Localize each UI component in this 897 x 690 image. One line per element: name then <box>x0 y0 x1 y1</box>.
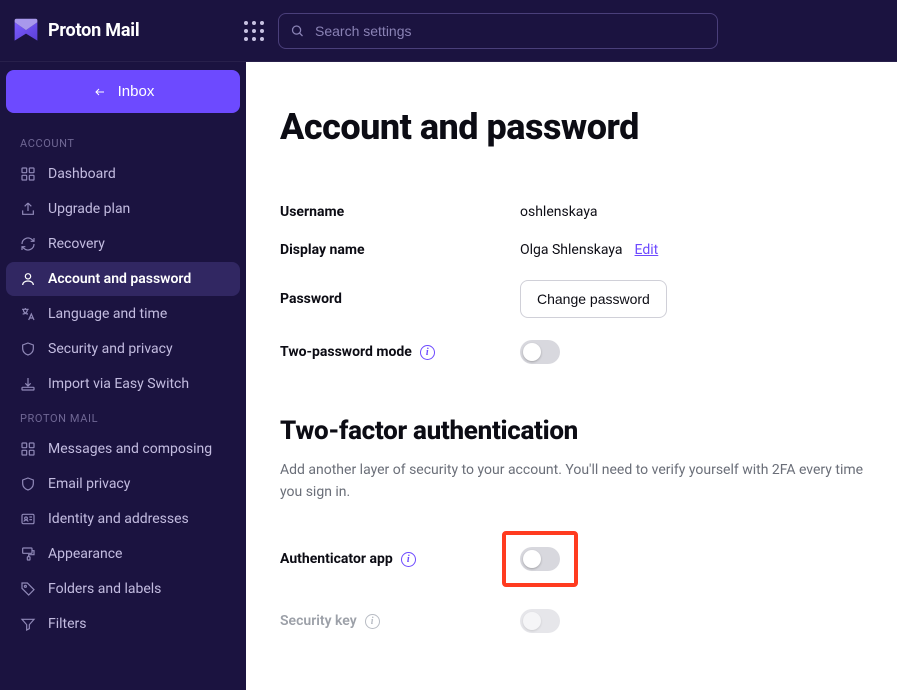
sidebar-item-import-easy-switch[interactable]: Import via Easy Switch <box>6 367 240 401</box>
sidebar-item-label: Import via Easy Switch <box>48 376 189 392</box>
sidebar-item-label: Identity and addresses <box>48 511 189 527</box>
sidebar-item-identity-addresses[interactable]: Identity and addresses <box>6 502 240 536</box>
app-switcher-icon[interactable] <box>244 21 264 41</box>
info-icon[interactable]: i <box>401 552 416 567</box>
sidebar-item-label: Dashboard <box>48 166 116 182</box>
field-two-password-mode: Two-password mode i <box>280 340 897 364</box>
inbox-button[interactable]: Inbox <box>6 70 240 113</box>
main-content: Account and password Username oshlenskay… <box>246 62 897 690</box>
username-value: oshlenskaya <box>520 204 597 220</box>
arrow-left-icon <box>92 86 108 98</box>
proton-logo-icon <box>12 17 40 45</box>
search-input[interactable] <box>278 13 718 49</box>
sidebar-item-language-time[interactable]: Language and time <box>6 297 240 331</box>
sidebar-item-label: Messages and composing <box>48 441 212 457</box>
sidebar-item-recovery[interactable]: Recovery <box>6 227 240 261</box>
sidebar-item-upgrade-plan[interactable]: Upgrade plan <box>6 192 240 226</box>
two-factor-title: Two-factor authentication <box>280 416 897 446</box>
field-username: Username oshlenskaya <box>280 204 897 220</box>
sidebar-item-email-privacy[interactable]: Email privacy <box>6 467 240 501</box>
sidebar: Inbox ACCOUNT Dashboard Upgrade plan Rec… <box>0 62 246 690</box>
sidebar-item-filters[interactable]: Filters <box>6 607 240 641</box>
page-title: Account and password <box>280 106 897 148</box>
user-icon <box>20 271 36 287</box>
sidebar-item-account-password[interactable]: Account and password <box>6 262 240 296</box>
field-password: Password Change password <box>280 280 897 318</box>
security-key-label: Security key <box>280 613 357 629</box>
sidebar-item-label: Security and privacy <box>48 341 173 357</box>
highlight-annotation <box>502 531 578 587</box>
inbox-button-label: Inbox <box>118 83 155 100</box>
sidebar-item-label: Filters <box>48 616 87 632</box>
info-icon[interactable]: i <box>365 614 380 629</box>
sidebar-item-dashboard[interactable]: Dashboard <box>6 157 240 191</box>
sidebar-item-label: Folders and labels <box>48 581 161 597</box>
sidebar-item-label: Language and time <box>48 306 167 322</box>
sidebar-item-label: Recovery <box>48 236 105 252</box>
field-display-name: Display name Olga Shlenskaya Edit <box>280 242 897 258</box>
paint-icon <box>20 546 36 562</box>
two-password-mode-toggle[interactable] <box>520 340 560 364</box>
field-security-key: Security key i <box>280 609 897 633</box>
two-password-mode-label: Two-password mode <box>280 344 412 360</box>
display-name-value: Olga Shlenskaya <box>520 242 623 258</box>
sidebar-item-label: Account and password <box>48 271 191 287</box>
sidebar-section-label-protonmail: PROTON MAIL <box>6 402 240 431</box>
filter-icon <box>20 616 36 632</box>
top-bar: Proton Mail <box>0 0 897 62</box>
import-icon <box>20 376 36 392</box>
tag-icon <box>20 581 36 597</box>
translate-icon <box>20 306 36 322</box>
password-label: Password <box>280 291 520 307</box>
info-icon[interactable]: i <box>420 345 435 360</box>
sidebar-item-folders-labels[interactable]: Folders and labels <box>6 572 240 606</box>
search-box <box>278 13 718 49</box>
sidebar-item-messages-composing[interactable]: Messages and composing <box>6 432 240 466</box>
sidebar-item-appearance[interactable]: Appearance <box>6 537 240 571</box>
sidebar-item-security-privacy[interactable]: Security and privacy <box>6 332 240 366</box>
search-icon <box>290 23 305 38</box>
edit-display-name-link[interactable]: Edit <box>635 242 659 258</box>
brand-name: Proton Mail <box>48 20 139 41</box>
shield-icon <box>20 476 36 492</box>
authenticator-app-label: Authenticator app <box>280 551 393 567</box>
username-label: Username <box>280 204 520 220</box>
id-card-icon <box>20 511 36 527</box>
two-factor-description: Add another layer of security to your ac… <box>280 460 880 503</box>
authenticator-app-toggle[interactable] <box>520 547 560 571</box>
brand-logo[interactable]: Proton Mail <box>12 17 230 45</box>
sidebar-item-label: Email privacy <box>48 476 130 492</box>
shield-icon <box>20 341 36 357</box>
grid-icon <box>20 166 36 182</box>
refresh-icon <box>20 236 36 252</box>
display-name-label: Display name <box>280 242 520 258</box>
security-key-toggle <box>520 609 560 633</box>
field-authenticator-app: Authenticator app i <box>280 531 897 587</box>
sidebar-item-label: Appearance <box>48 546 122 562</box>
sidebar-item-label: Upgrade plan <box>48 201 130 217</box>
arrow-up-box-icon <box>20 201 36 217</box>
sidebar-section-label-account: ACCOUNT <box>6 127 240 156</box>
change-password-button[interactable]: Change password <box>520 280 667 318</box>
grid-icon <box>20 441 36 457</box>
